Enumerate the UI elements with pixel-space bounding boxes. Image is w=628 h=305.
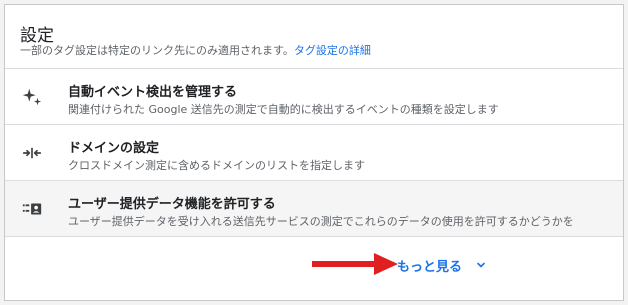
- header-description: 一部のタグ設定は特定のリンク先にのみ適用されます。タグ設定の詳細: [20, 42, 371, 58]
- tag-settings-details-link[interactable]: タグ設定の詳細: [294, 44, 371, 57]
- setting-row-domain-settings[interactable]: ドメインの設定 クロスドメイン測定に含めるドメインのリストを指定します: [5, 125, 623, 181]
- row-title: ドメインの設定: [68, 141, 160, 156]
- merge-arrows-icon: [21, 142, 43, 164]
- setting-row-user-provided-data[interactable]: ユーザー提供データ機能を許可する ユーザー提供データを受け入れる送信先サービスの…: [5, 181, 623, 237]
- annotation-arrow-icon: [312, 253, 398, 275]
- row-title: ユーザー提供データ機能を許可する: [68, 197, 276, 212]
- setting-row-auto-event-detection[interactable]: 自動イベント検出を管理する 関連付けられた Google 送信先の測定で自動的に…: [5, 69, 623, 125]
- row-description: ユーザー提供データを受け入れる送信先サービスの測定でこれらのデータの使用を許可す…: [68, 215, 574, 228]
- row-description: クロスドメイン測定に含めるドメインのリストを指定します: [68, 159, 365, 172]
- show-more-label: もっと見る: [397, 259, 463, 275]
- user-data-icon: [21, 198, 43, 220]
- header-description-text: 一部のタグ設定は特定のリンク先にのみ適用されます。: [20, 44, 294, 57]
- settings-panel: 設定 一部のタグ設定は特定のリンク先にのみ適用されます。タグ設定の詳細 自動イベ…: [4, 4, 624, 301]
- more-section: もっと見る: [5, 237, 623, 300]
- settings-header: 設定 一部のタグ設定は特定のリンク先にのみ適用されます。タグ設定の詳細: [5, 5, 623, 69]
- sparkle-icon: [21, 86, 43, 108]
- show-more-button[interactable]: もっと見る: [397, 254, 488, 276]
- chevron-down-icon: [477, 262, 485, 268]
- row-title: 自動イベント検出を管理する: [68, 85, 238, 100]
- row-description: 関連付けられた Google 送信先の測定で自動的に検出するイベントの種類を設定…: [68, 103, 499, 116]
